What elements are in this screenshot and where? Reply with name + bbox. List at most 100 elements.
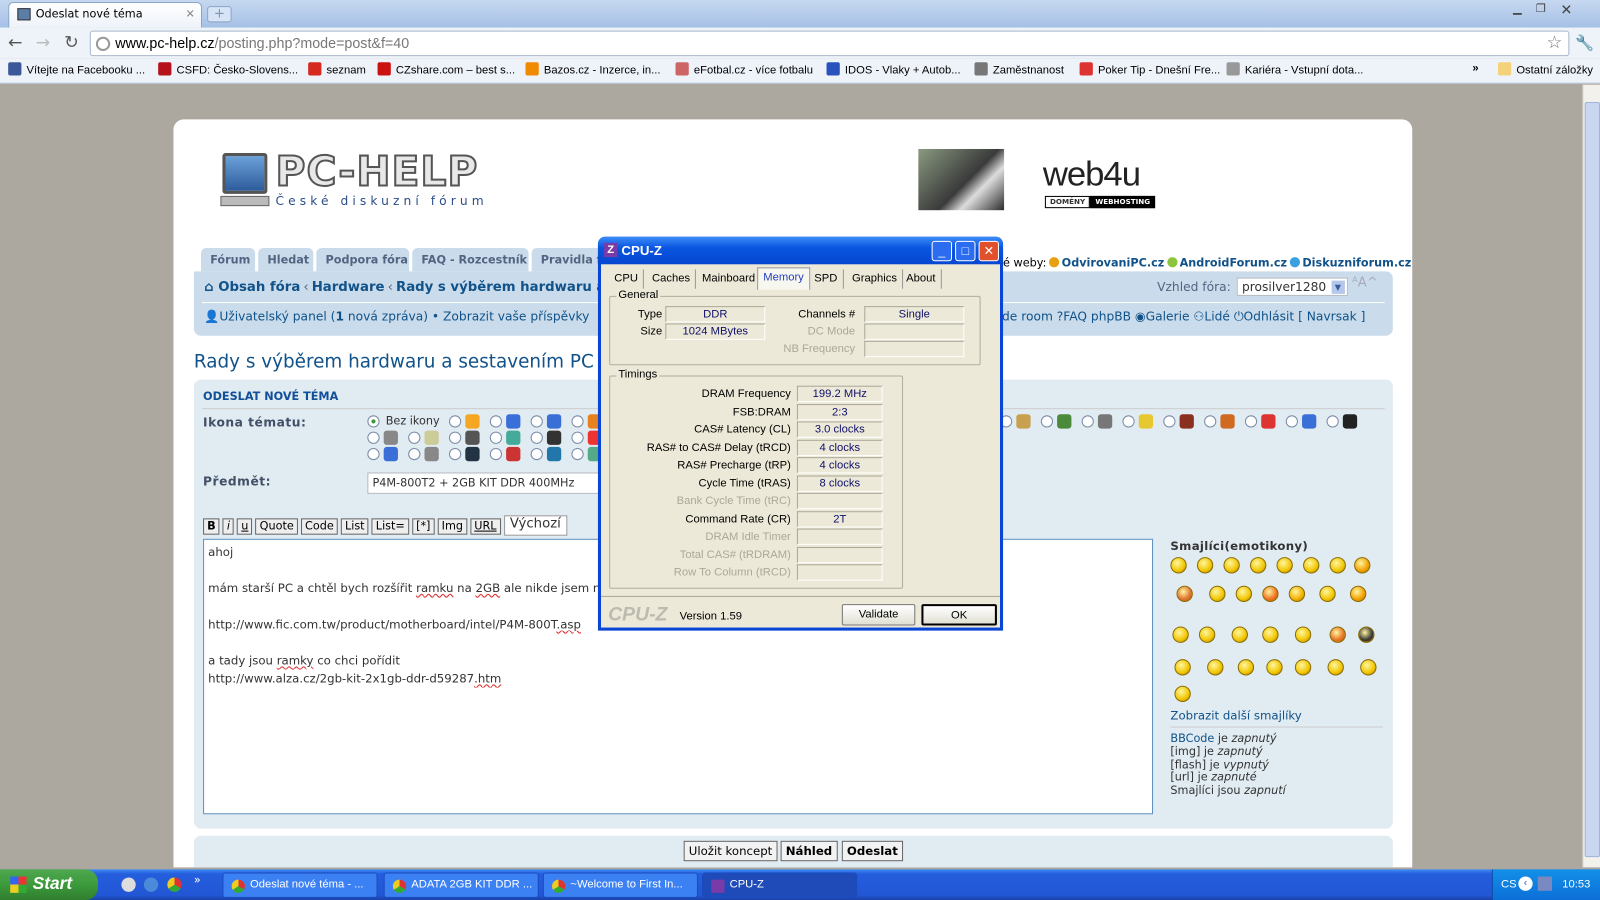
radio[interactable] (530, 431, 543, 444)
bookmark-item[interactable]: Poker Tip - Dnešní Fre... (1079, 62, 1220, 77)
user-link[interactable]: de room (1002, 309, 1053, 323)
radio[interactable] (571, 447, 584, 461)
taskbar-task[interactable]: ~Welcome to First In... (542, 872, 698, 898)
partner-site-link[interactable]: AndroidForum.cz (1167, 256, 1287, 269)
smiley-icon[interactable] (1209, 585, 1226, 603)
smiley-icon[interactable] (1276, 557, 1293, 574)
own-posts-link[interactable]: Zobrazit vaše příspěvky (443, 309, 589, 323)
smiley-icon[interactable] (1329, 626, 1346, 643)
cpuz-tab-mainboard[interactable]: Mainboard (697, 269, 762, 289)
smiley-icon[interactable] (1288, 585, 1306, 603)
language-indicator[interactable]: CS (1501, 879, 1517, 891)
radio[interactable] (408, 447, 421, 461)
smiley-icon[interactable] (1235, 585, 1253, 603)
smiley-icon[interactable] (1303, 557, 1320, 574)
cpuz-tab-cpu[interactable]: CPU (609, 269, 645, 289)
user-panel-link[interactable]: Uživatelský panel (219, 309, 326, 323)
page-title[interactable]: Rady s výběrem hardwaru a sestavením PC (194, 351, 594, 372)
maximize-icon[interactable]: □ (955, 240, 976, 262)
browser-tab[interactable]: Odeslat nové téma ✕ (8, 2, 203, 28)
bookmark-item[interactable]: seznam (308, 62, 366, 77)
topic-icon-option[interactable] (448, 446, 488, 462)
partner-site-link[interactable]: OdvirovaniPC.cz (1049, 256, 1164, 269)
start-button[interactable]: Start (0, 869, 98, 900)
topic-icon-option[interactable] (1081, 414, 1121, 429)
cpuz-titlebar[interactable]: Z CPU-Z _ □ ✕ (597, 236, 1004, 265)
radio[interactable] (1244, 415, 1258, 428)
smiley-icon[interactable] (1237, 659, 1255, 676)
forward-icon[interactable]: → (33, 33, 53, 53)
nav-tab[interactable]: Hledat (258, 247, 314, 272)
address-bar[interactable]: www.pc-help.cz/posting.php?mode=post&f=4… (89, 30, 1570, 57)
smiley-icon[interactable] (1176, 585, 1193, 603)
taskbar-task[interactable]: CPU-Z (702, 872, 858, 898)
cpuz-tab-caches[interactable]: Caches (647, 269, 697, 289)
smiley-icon[interactable] (1360, 659, 1377, 676)
save-draft-button[interactable]: Uložit koncept (683, 840, 778, 862)
nav-tab[interactable]: FAQ - Rozcestník (412, 247, 529, 272)
wrench-menu-icon[interactable]: 🔧 (1574, 33, 1594, 53)
topic-icon-option[interactable] (448, 414, 488, 429)
format-button[interactable]: B (203, 518, 220, 535)
smiley-icon[interactable] (1249, 557, 1267, 574)
reload-icon[interactable]: ↻ (61, 33, 81, 53)
smiley-icon[interactable] (1174, 685, 1191, 703)
format-button[interactable]: Code (300, 518, 338, 535)
star-bookmark-icon[interactable]: ☆ (1547, 33, 1563, 53)
radio[interactable] (1285, 415, 1298, 428)
style-dropdown[interactable]: prosilver1280 ▼ (1236, 277, 1348, 296)
topic-icon-option[interactable] (367, 430, 406, 445)
quicklaunch-desktop-icon[interactable] (121, 877, 136, 892)
smiley-icon[interactable] (1319, 585, 1336, 603)
clock[interactable]: 10:53 (1562, 879, 1590, 891)
web4u-banner-ad[interactable]: web4u DOMÉNY WEBHOSTING (918, 148, 1156, 211)
taskbar-task[interactable]: Odeslat nové téma - ... (222, 872, 378, 898)
maximize-icon[interactable]: ❐ (1532, 2, 1550, 16)
smiley-icon[interactable] (1172, 626, 1189, 643)
bookmark-item[interactable]: CSFD: Česko-Slovens... (158, 62, 298, 77)
taskbar-task[interactable]: ADATA 2GB KIT DDR ... (383, 872, 539, 898)
bookmark-item[interactable]: Kariéra - Vstupní dota... (1226, 62, 1363, 77)
format-button[interactable]: i (222, 518, 235, 535)
nav-tab[interactable]: Pravidla fó (531, 247, 609, 272)
topic-icon-option[interactable] (1163, 414, 1202, 429)
radio-selected[interactable] (367, 415, 380, 428)
radio[interactable] (489, 431, 503, 444)
bookmark-item[interactable]: Bazos.cz - Inzerce, in... (525, 62, 661, 77)
radio[interactable] (1081, 415, 1094, 428)
topic-icon-option[interactable] (530, 414, 570, 429)
smiley-icon[interactable] (1262, 585, 1279, 603)
topic-icon-option[interactable] (1326, 414, 1366, 429)
topic-icon-option[interactable] (489, 446, 529, 462)
bookmark-item[interactable]: Vítejte na Facebooku ... (8, 62, 145, 77)
radio[interactable] (530, 447, 543, 461)
radio[interactable] (408, 431, 421, 444)
ok-button[interactable]: OK (921, 604, 997, 626)
format-button[interactable]: u (237, 518, 253, 535)
topic-icon-option[interactable] (999, 414, 1039, 429)
preview-button[interactable]: Náhled (780, 840, 838, 862)
radio[interactable] (530, 415, 543, 428)
smiley-icon[interactable] (1294, 626, 1312, 643)
radio[interactable] (1122, 415, 1135, 428)
smiley-icon[interactable] (1354, 557, 1371, 574)
radio[interactable] (367, 447, 380, 461)
smiley-icon[interactable] (1266, 659, 1283, 676)
topic-icon-option[interactable] (489, 414, 529, 429)
smiley-icon[interactable] (1329, 557, 1346, 574)
format-button[interactable]: List (340, 518, 369, 535)
bookmark-item[interactable]: CZshare.com – best s... (377, 62, 515, 77)
smiley-icon[interactable] (1207, 659, 1224, 676)
breadcrumb-home[interactable]: Obsah fóra (218, 280, 300, 295)
smiley-icon[interactable] (1196, 557, 1214, 574)
close-window-icon[interactable]: ✕ (1557, 2, 1575, 18)
radio[interactable] (1040, 415, 1054, 428)
format-button[interactable]: URL (470, 518, 501, 535)
radio[interactable] (1204, 415, 1217, 428)
topic-icon-option[interactable] (1244, 414, 1284, 429)
quicklaunch-overflow-icon[interactable]: » (194, 873, 201, 886)
submit-button[interactable]: Odeslat (841, 840, 903, 862)
bookmark-item[interactable]: Zaměstnanost (974, 62, 1064, 77)
smiley-icon[interactable] (1198, 626, 1216, 643)
topic-icon-option[interactable] (408, 430, 447, 445)
